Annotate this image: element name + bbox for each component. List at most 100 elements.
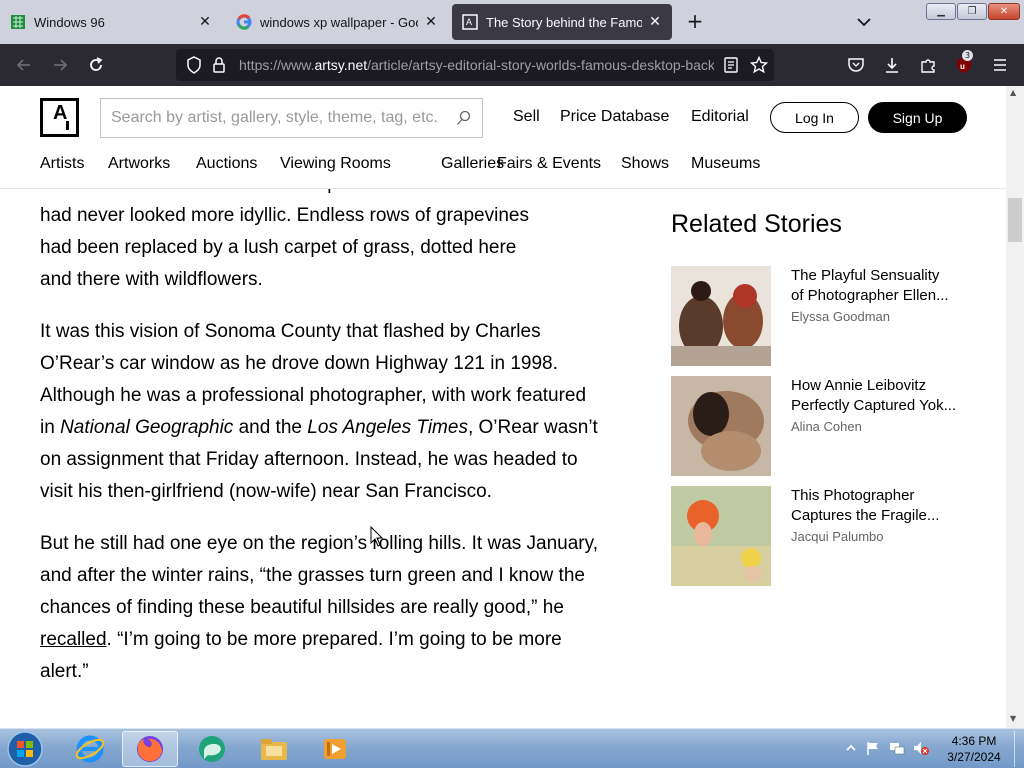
search-input[interactable]: [111, 107, 441, 129]
nav-fairs-events[interactable]: Fairs & Events: [497, 155, 601, 173]
forward-arrow-icon[interactable]: [48, 53, 72, 77]
article-body: billion dollars in total—the landscape o…: [40, 168, 600, 708]
lock-icon[interactable]: [212, 56, 226, 78]
tab-google-search[interactable]: windows xp wallpaper - Google ✕: [226, 4, 448, 40]
firefox-icon[interactable]: [122, 731, 178, 767]
story-title-line: The Playful Sensuality: [791, 267, 940, 284]
nav-artworks[interactable]: Artworks: [108, 155, 170, 173]
reader-view-icon[interactable]: [724, 57, 738, 77]
tab-windows-96[interactable]: Windows 96 ✕: [0, 4, 222, 40]
article-line: and there with wildflowers.: [40, 269, 263, 290]
scroll-down-icon[interactable]: ▼: [1010, 714, 1016, 723]
tab-title: windows xp wallpaper - Google: [260, 14, 418, 30]
media-player-icon[interactable]: [308, 731, 364, 767]
show-hidden-icons-icon[interactable]: [842, 739, 860, 757]
nav-auctions[interactable]: Auctions: [196, 155, 257, 173]
url-text[interactable]: https://www.artsy.net/article/artsy-edit…: [239, 57, 714, 73]
category-nav: Artists Artworks Auctions Viewing Rooms …: [0, 154, 1006, 188]
close-tab-icon[interactable]: ✕: [196, 13, 214, 31]
related-story-card[interactable]: The Playful Sensuality of Photographer E…: [671, 266, 971, 366]
artsy-logo[interactable]: A: [40, 98, 79, 137]
story-thumbnail-image[interactable]: [671, 266, 771, 366]
story-title-line: This Photographer: [791, 487, 915, 504]
extension-badge-count: 3: [962, 50, 974, 61]
navigation-toolbar: https://www.artsy.net/article/artsy-edit…: [0, 44, 1024, 86]
tab-artsy-article[interactable]: A The Story behind the Famous W ✕: [452, 4, 672, 40]
article-text: . “I’m going to be more prepared. I’m go…: [40, 629, 562, 682]
volume-muted-icon[interactable]: [912, 739, 930, 757]
story-author: Elyssa Goodman: [791, 309, 890, 324]
network-icon[interactable]: [888, 739, 906, 757]
svg-text:u: u: [960, 62, 965, 71]
window-close-button[interactable]: ✕: [988, 3, 1020, 20]
story-thumbnail-image[interactable]: [671, 486, 771, 586]
url-host: artsy.net: [314, 57, 368, 73]
file-explorer-icon[interactable]: [246, 731, 302, 767]
show-desktop-button[interactable]: [1014, 731, 1024, 767]
sign-up-button[interactable]: Sign Up: [868, 102, 967, 133]
story-title-line: Captures the Fragile...: [791, 507, 940, 524]
nav-artists[interactable]: Artists: [40, 155, 84, 173]
story-title[interactable]: This Photographer Captures the Fragile..…: [791, 486, 971, 526]
article-line: had never looked more idyllic. Endless r…: [40, 205, 529, 226]
internet-explorer-icon[interactable]: [62, 731, 118, 767]
scroll-up-icon[interactable]: ▲: [1010, 88, 1016, 97]
tab-strip: Windows 96 ✕ windows xp wallpaper - Goog…: [0, 0, 1024, 44]
system-clock[interactable]: 4:36 PM 3/27/2024: [936, 733, 1012, 765]
shield-icon[interactable]: [186, 56, 202, 78]
close-tab-icon[interactable]: ✕: [422, 13, 440, 31]
story-title[interactable]: How Annie Leibovitz Perfectly Captured Y…: [791, 376, 971, 416]
restore-button[interactable]: ❐: [957, 3, 987, 20]
editorial-link[interactable]: Editorial: [691, 108, 749, 126]
hamburger-menu-icon[interactable]: [988, 53, 1012, 77]
scrollbar-thumb[interactable]: [1008, 198, 1022, 242]
sell-link[interactable]: Sell: [513, 108, 540, 126]
nav-museums[interactable]: Museums: [691, 155, 760, 173]
messenger-icon[interactable]: [184, 731, 240, 767]
nav-shows[interactable]: Shows: [621, 155, 669, 173]
back-arrow-icon[interactable]: [12, 53, 36, 77]
new-tab-button[interactable]: +: [684, 10, 706, 34]
extensions-puzzle-icon[interactable]: [916, 53, 940, 77]
log-in-button[interactable]: Log In: [770, 102, 859, 133]
related-stories-heading: Related Stories: [671, 210, 842, 238]
pocket-icon[interactable]: [844, 53, 868, 77]
related-story-card[interactable]: How Annie Leibovitz Perfectly Captured Y…: [671, 376, 971, 476]
start-button[interactable]: [0, 731, 50, 767]
clock-time: 4:36 PM: [951, 734, 997, 748]
clock-date: 3/27/2024: [947, 750, 1001, 764]
vertical-scrollbar[interactable]: ▲ ▼: [1006, 86, 1024, 728]
reload-icon[interactable]: [84, 53, 108, 77]
tab-title: The Story behind the Famous W: [486, 14, 642, 30]
publication-name: Los Angeles Times: [307, 417, 468, 438]
story-title[interactable]: The Playful Sensuality of Photographer E…: [791, 266, 971, 306]
search-box[interactable]: [100, 98, 483, 138]
article-text: and the: [233, 417, 308, 438]
article-line: had been replaced by a lush carpet of gr…: [40, 237, 517, 258]
nav-viewing-rooms[interactable]: Viewing Rooms: [280, 155, 391, 173]
nav-galleries[interactable]: Galleries: [441, 155, 504, 173]
address-bar[interactable]: https://www.artsy.net/article/artsy-edit…: [176, 49, 774, 81]
minimize-button[interactable]: ▁: [926, 3, 956, 20]
site-header: A Sell Price Database Editorial Log In S…: [0, 86, 1006, 189]
close-tab-icon[interactable]: ✕: [646, 13, 664, 31]
header-divider: [0, 188, 1006, 189]
article-paragraph: But he still had one eye on the region’s…: [40, 528, 600, 688]
recalled-link[interactable]: recalled: [40, 629, 107, 650]
action-center-flag-icon[interactable]: [864, 739, 882, 757]
chevron-down-icon[interactable]: [854, 12, 874, 32]
story-title-line: How Annie Leibovitz: [791, 377, 927, 394]
story-thumbnail-image[interactable]: [671, 376, 771, 476]
story-author: Alina Cohen: [791, 419, 862, 434]
tab-title: Windows 96: [34, 14, 105, 30]
bookmark-star-icon[interactable]: [749, 55, 769, 78]
story-author: Jacqui Palumbo: [791, 529, 884, 544]
download-icon[interactable]: [880, 53, 904, 77]
google-icon: [236, 14, 252, 30]
story-title-line: Perfectly Captured Yok...: [791, 397, 957, 414]
artsy-icon: A: [462, 14, 478, 30]
related-story-card[interactable]: This Photographer Captures the Fragile..…: [671, 486, 971, 586]
price-database-link[interactable]: Price Database: [560, 108, 669, 126]
url-prefix: https://www.: [239, 57, 315, 73]
search-icon[interactable]: [456, 110, 472, 130]
